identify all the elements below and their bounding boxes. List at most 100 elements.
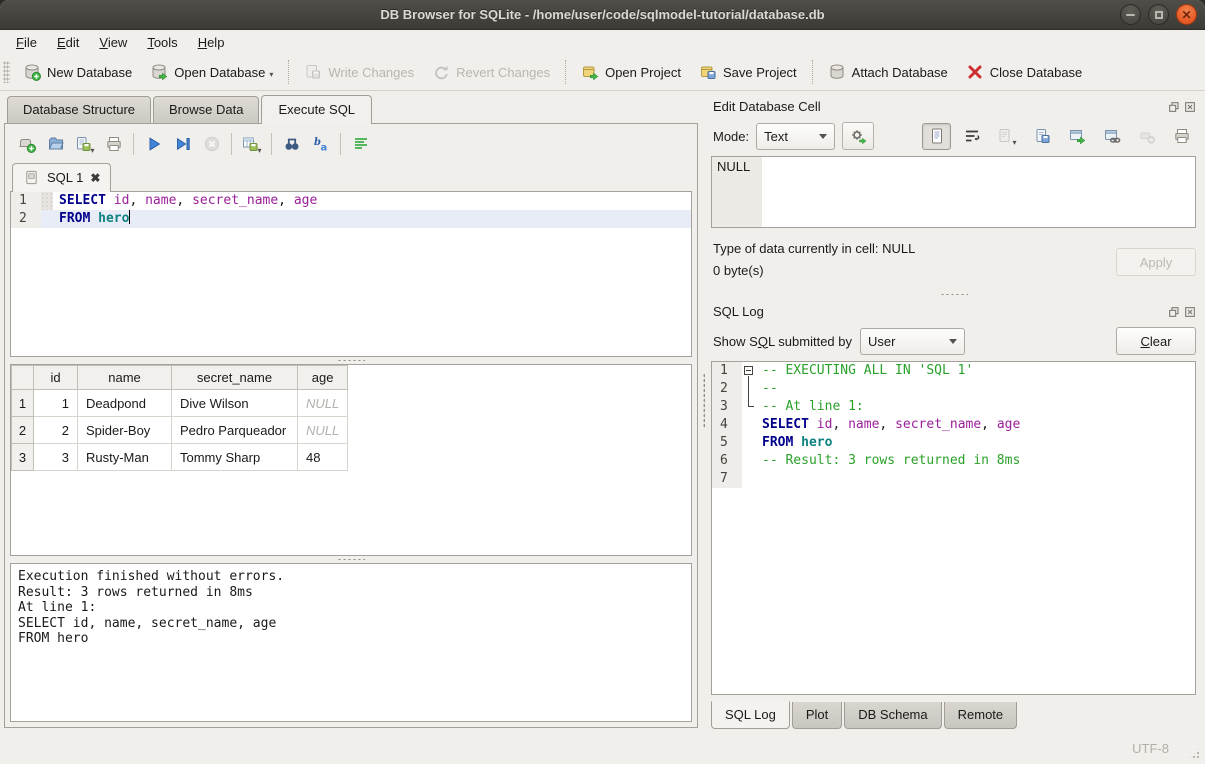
clear-button[interactable]: Clear [1116, 327, 1196, 355]
splitter-results-output[interactable] [10, 556, 692, 563]
resize-grip-icon[interactable] [1188, 747, 1201, 760]
write-changes-button: Write Changes [295, 58, 423, 86]
new-sql-tab-button[interactable] [12, 131, 41, 158]
export-data-button[interactable] [1027, 123, 1056, 150]
code-line: 4SELECT id, name, secret_name, age [712, 416, 1195, 434]
column-header-secret_name[interactable]: secret_name [172, 366, 298, 390]
print-button[interactable] [99, 131, 128, 158]
word-wrap-button[interactable] [957, 123, 986, 150]
file-export-icon [1033, 127, 1051, 145]
open-database-button-label: Open Database [174, 65, 265, 80]
close-button[interactable]: ✕ [1176, 4, 1197, 25]
cell-age[interactable]: NULL [298, 390, 348, 417]
tab-execute-sql[interactable]: Execute SQL [261, 95, 372, 124]
corner-header[interactable] [12, 366, 34, 390]
cell-name[interactable]: Deadpond [78, 390, 172, 417]
save-sql-file-button[interactable]: ▾ [70, 131, 99, 158]
fold-collapse-icon[interactable] [744, 366, 753, 375]
save-project-button[interactable]: Save Project [690, 58, 806, 86]
sql-editor[interactable]: 1SELECT id, name, secret_name, age2FROM … [10, 191, 692, 357]
dock-splitter[interactable] [702, 91, 706, 733]
close-icon: ✕ [1181, 8, 1191, 22]
dock-tab-plot[interactable]: Plot [792, 702, 842, 729]
maximize-button[interactable] [1148, 4, 1169, 25]
right-pane: Edit Database Cell Mode: Text ▾ NULL [706, 91, 1205, 733]
text-mode-button[interactable] [922, 123, 951, 150]
float-dock-icon[interactable] [1168, 306, 1180, 318]
fold-marker[interactable] [742, 380, 756, 398]
execute-all-button[interactable] [139, 131, 168, 158]
close-dock-icon[interactable] [1184, 306, 1196, 318]
toolbar-separator [340, 133, 341, 155]
cell-name[interactable]: Rusty-Man [78, 444, 172, 471]
row-header[interactable]: 1 [12, 390, 34, 417]
row-header[interactable]: 2 [12, 417, 34, 444]
fold-marker[interactable] [742, 398, 756, 416]
menu-file[interactable]: File [6, 32, 47, 53]
cell-name[interactable]: Spider-Boy [78, 417, 172, 444]
db-attach-icon [828, 63, 846, 81]
cell-secret_name[interactable]: Tommy Sharp [172, 444, 298, 471]
titlebar[interactable]: DB Browser for SQLite - /home/user/code/… [0, 0, 1205, 30]
log-filter-select[interactable]: User [860, 328, 965, 355]
cell-id[interactable]: 1 [34, 390, 78, 417]
minimize-button[interactable] [1120, 4, 1141, 25]
dock-tab-remote[interactable]: Remote [944, 702, 1018, 729]
close-database-button[interactable]: Close Database [957, 58, 1092, 86]
splitter-docks[interactable] [709, 288, 1198, 300]
mode-select-value: Text [764, 129, 788, 144]
dock-tab-sql-log[interactable]: SQL Log [711, 701, 790, 729]
autocomplete-button[interactable]: ba [306, 131, 335, 158]
import-data-button: ▾ [992, 123, 1021, 150]
line-number: 1 [11, 192, 41, 210]
cell-secret_name[interactable]: Dive Wilson [172, 390, 298, 417]
column-header-id[interactable]: id [34, 366, 78, 390]
column-header-age[interactable]: age [298, 366, 348, 390]
cell-id[interactable]: 2 [34, 417, 78, 444]
output-pane[interactable]: Execution finished without errors. Resul… [10, 563, 692, 722]
open-sql-file-button[interactable] [41, 131, 70, 158]
code-line: 7 [712, 470, 1195, 488]
close-tab-icon[interactable]: ✖ [90, 171, 100, 185]
column-header-name[interactable]: name [78, 366, 172, 390]
menu-edit[interactable]: Edit [47, 32, 89, 53]
fold-marker[interactable] [742, 362, 756, 380]
cell-editor[interactable]: NULL [711, 156, 1196, 228]
open-external-button[interactable] [1062, 123, 1091, 150]
auto-mode-button[interactable] [842, 122, 874, 150]
cell-size-info: 0 byte(s) [713, 260, 915, 282]
row-header[interactable]: 3 [12, 444, 34, 471]
cell-age[interactable]: NULL [298, 417, 348, 444]
format-sql-button[interactable] [346, 131, 375, 158]
menu-help[interactable]: Help [188, 32, 235, 53]
open-project-button[interactable]: Open Project [572, 58, 690, 86]
sql-tab[interactable]: SQL 1 ✖ [12, 163, 111, 192]
menu-view[interactable]: View [89, 32, 137, 53]
results-pane[interactable]: idnamesecret_nameage11DeadpondDive Wilso… [10, 364, 692, 556]
code-line: 1-- EXECUTING ALL IN 'SQL 1' [712, 362, 1195, 380]
toolbar-handle[interactable] [3, 61, 10, 83]
cell-secret_name[interactable]: Pedro Parqueador [172, 417, 298, 444]
find-replace-button[interactable] [277, 131, 306, 158]
tab-browse-data[interactable]: Browse Data [153, 96, 259, 123]
splitter-editor-results[interactable] [10, 357, 692, 364]
print-cell-button[interactable] [1167, 123, 1196, 150]
encoding-indicator: UTF-8 [1132, 741, 1169, 756]
new-database-button[interactable]: New Database [14, 58, 141, 86]
float-dock-icon[interactable] [1168, 101, 1180, 113]
mode-select[interactable]: Text [756, 123, 835, 150]
attach-database-button[interactable]: Attach Database [819, 58, 957, 86]
copy-link-button[interactable] [1097, 123, 1126, 150]
revert-changes-button: Revert Changes [423, 58, 559, 86]
sql-log-view[interactable]: 1-- EXECUTING ALL IN 'SQL 1'2--3-- At li… [711, 361, 1196, 695]
open-database-button[interactable]: Open Database▾ [141, 58, 282, 86]
cell-id[interactable]: 3 [34, 444, 78, 471]
dock-tab-db-schema[interactable]: DB Schema [844, 702, 941, 729]
save-results-button[interactable]: ▾ [237, 131, 266, 158]
cell-age[interactable]: 48 [298, 444, 348, 471]
apply-button[interactable]: Apply [1116, 248, 1196, 276]
menu-tools[interactable]: Tools [137, 32, 187, 53]
tab-database-structure[interactable]: Database Structure [7, 96, 151, 123]
close-dock-icon[interactable] [1184, 101, 1196, 113]
execute-line-button[interactable] [168, 131, 197, 158]
